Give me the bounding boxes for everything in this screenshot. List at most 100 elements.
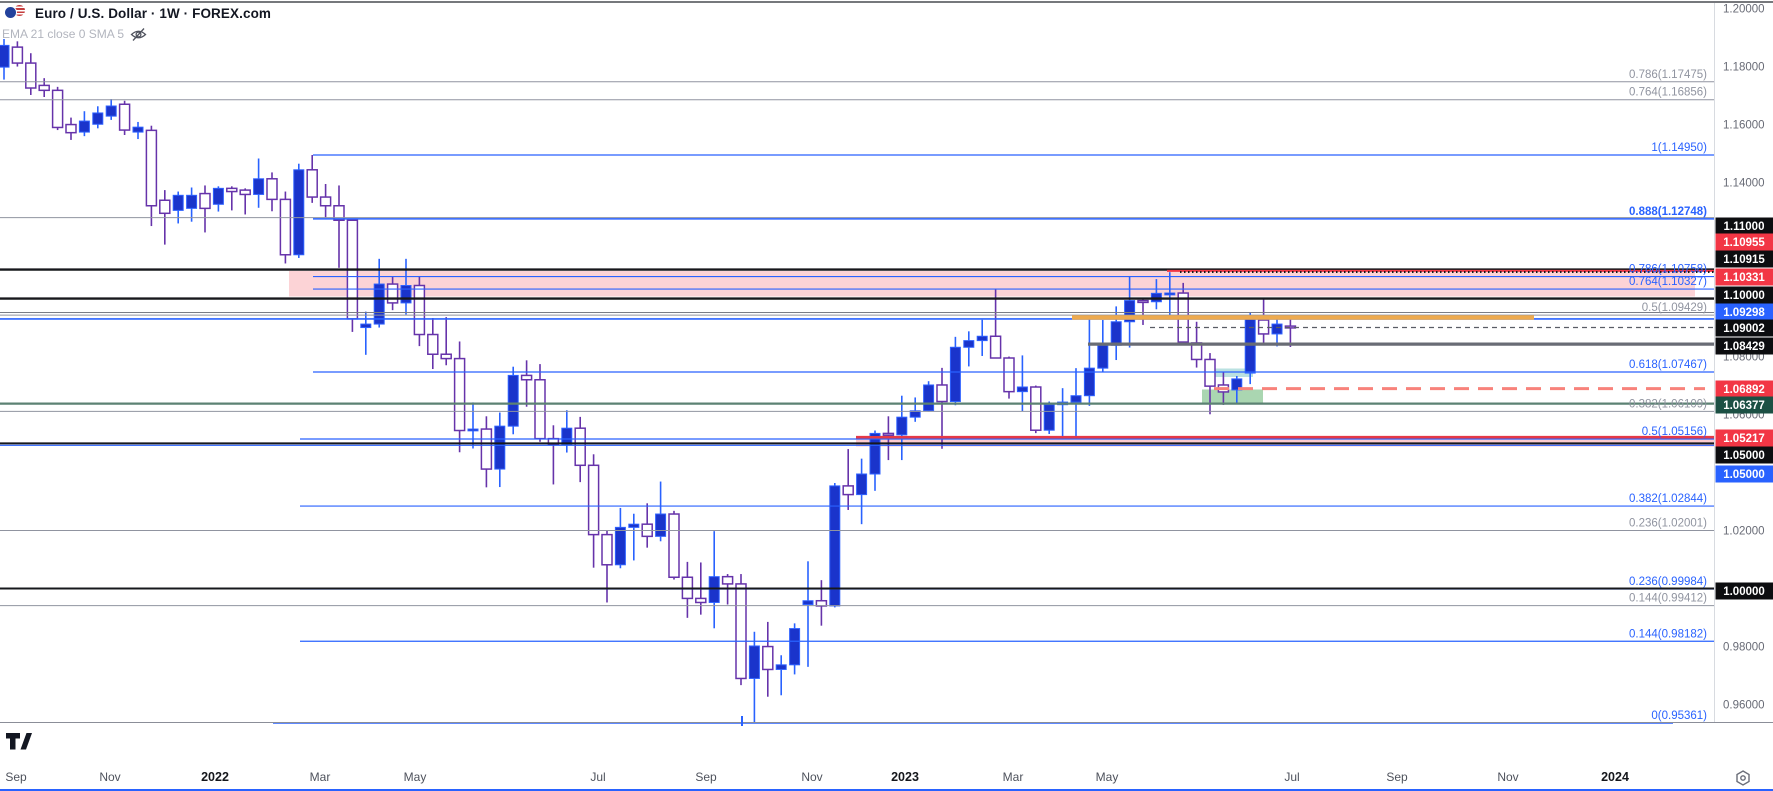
timezone-settings-icon[interactable]	[1735, 770, 1751, 786]
time-label-month: Nov	[99, 770, 120, 784]
candle-body	[26, 63, 36, 88]
time-label-month: Mar	[310, 770, 331, 784]
tradingview-logo[interactable]	[6, 733, 32, 750]
candle-body	[897, 417, 907, 435]
candle	[280, 192, 290, 264]
candle-body	[213, 188, 223, 204]
candle	[642, 503, 652, 547]
price-badge: 1.00000	[1716, 583, 1773, 600]
candle	[790, 623, 800, 674]
fib-label: 0.236(0.99984)	[1629, 576, 1707, 588]
candle-body	[1111, 322, 1121, 345]
candle	[120, 101, 130, 135]
time-label-year: 2024	[1601, 770, 1629, 784]
time-label-year: 2022	[201, 770, 229, 784]
candle-body	[1205, 359, 1215, 386]
candle-body	[93, 113, 103, 124]
indicator-label[interactable]: EMA 21 close 0 SMA 5	[2, 27, 124, 41]
candle	[321, 184, 331, 217]
candle-body	[280, 199, 290, 254]
candle	[0, 39, 9, 80]
candle-body	[736, 584, 746, 679]
candle-body	[763, 647, 773, 670]
time-label-month: Nov	[1497, 770, 1518, 784]
price-tick-label: 1.18000	[1723, 62, 1765, 74]
candle-body	[79, 121, 89, 132]
candle-body	[240, 190, 250, 194]
candle-body	[937, 385, 947, 402]
price-badge-text: 1.05000	[1723, 450, 1765, 462]
price-badge: 1.06377	[1716, 397, 1773, 414]
candle-body	[441, 354, 451, 358]
candle	[93, 106, 103, 128]
fib-label: 0.144(0.98182)	[1629, 628, 1707, 640]
candle	[776, 655, 786, 695]
candle	[615, 508, 625, 568]
price-badge: 1.05000	[1716, 447, 1773, 464]
candle	[897, 396, 907, 460]
candle-body	[857, 474, 867, 495]
candle	[173, 192, 183, 224]
candle	[816, 580, 826, 626]
time-label-month: May	[1096, 770, 1119, 784]
eye-off-icon[interactable]	[130, 27, 147, 42]
candle-body	[1044, 405, 1054, 431]
time-label-month: Nov	[801, 770, 822, 784]
candle-body	[388, 284, 398, 303]
candle-body	[53, 90, 63, 127]
candle	[468, 402, 478, 448]
candle	[227, 186, 237, 210]
candle-body	[187, 195, 197, 208]
price-badge: 1.11000	[1716, 218, 1773, 235]
candle	[857, 459, 867, 525]
candle	[79, 111, 89, 136]
candle	[294, 164, 304, 258]
candle-body	[200, 194, 210, 209]
price-tick-label: 0.98000	[1723, 642, 1765, 654]
candle	[736, 574, 746, 685]
price-badge: 1.06892	[1716, 381, 1773, 398]
time-label-month: May	[404, 770, 427, 784]
candle-body	[803, 601, 813, 605]
candle-body	[401, 286, 411, 303]
candle-body	[991, 336, 1001, 358]
candle	[66, 118, 76, 140]
candle	[361, 312, 371, 355]
candle	[508, 367, 518, 435]
chart-canvas[interactable]: 0.786(1.17475)0.764(1.16856)1(1.14950)0.…	[0, 0, 1773, 791]
candle	[26, 53, 36, 95]
price-badge-text: 1.09298	[1723, 307, 1765, 319]
time-label-year: 2023	[891, 770, 919, 784]
fib-label: 0.236(1.02001)	[1629, 518, 1707, 530]
price-scale[interactable]: 1.200001.180001.160001.140001.080001.060…	[1716, 4, 1773, 712]
candle-body	[66, 125, 76, 133]
candle	[763, 622, 773, 697]
price-badge: 1.09298	[1716, 304, 1773, 321]
fib-label: 0.764(1.10327)	[1629, 276, 1707, 288]
candle-body	[468, 429, 478, 431]
time-label-month: Sep	[5, 770, 27, 784]
candle-body	[535, 380, 545, 439]
candle-body	[790, 629, 800, 665]
candle	[602, 531, 612, 603]
symbol-title[interactable]: Euro / U.S. Dollar · 1W · FOREX.com	[35, 6, 271, 21]
time-scale[interactable]: SepNov2022MarMayJulSepNov2023MarMayJulSe…	[5, 770, 1629, 784]
candle-body	[1165, 293, 1175, 295]
candle-body	[669, 514, 679, 577]
candle-body	[146, 130, 156, 205]
price-badge: 1.05000	[1716, 466, 1773, 483]
candle-body	[749, 646, 759, 678]
price-badge-text: 1.09002	[1723, 323, 1765, 335]
candle	[575, 417, 585, 482]
candle-body	[120, 104, 130, 130]
legend[interactable]: Euro / U.S. Dollar · 1W · FOREX.com EMA …	[4, 3, 271, 42]
candle-body	[414, 286, 424, 335]
fib-label: 0.5(1.09429)	[1642, 302, 1707, 314]
price-tick-label: 1.14000	[1723, 178, 1765, 190]
candle-body	[522, 375, 532, 379]
fib-label: 0.144(0.99412)	[1629, 593, 1707, 605]
candle-body	[361, 324, 371, 327]
candle	[414, 277, 424, 347]
candle	[669, 511, 679, 580]
candle	[1044, 402, 1054, 434]
